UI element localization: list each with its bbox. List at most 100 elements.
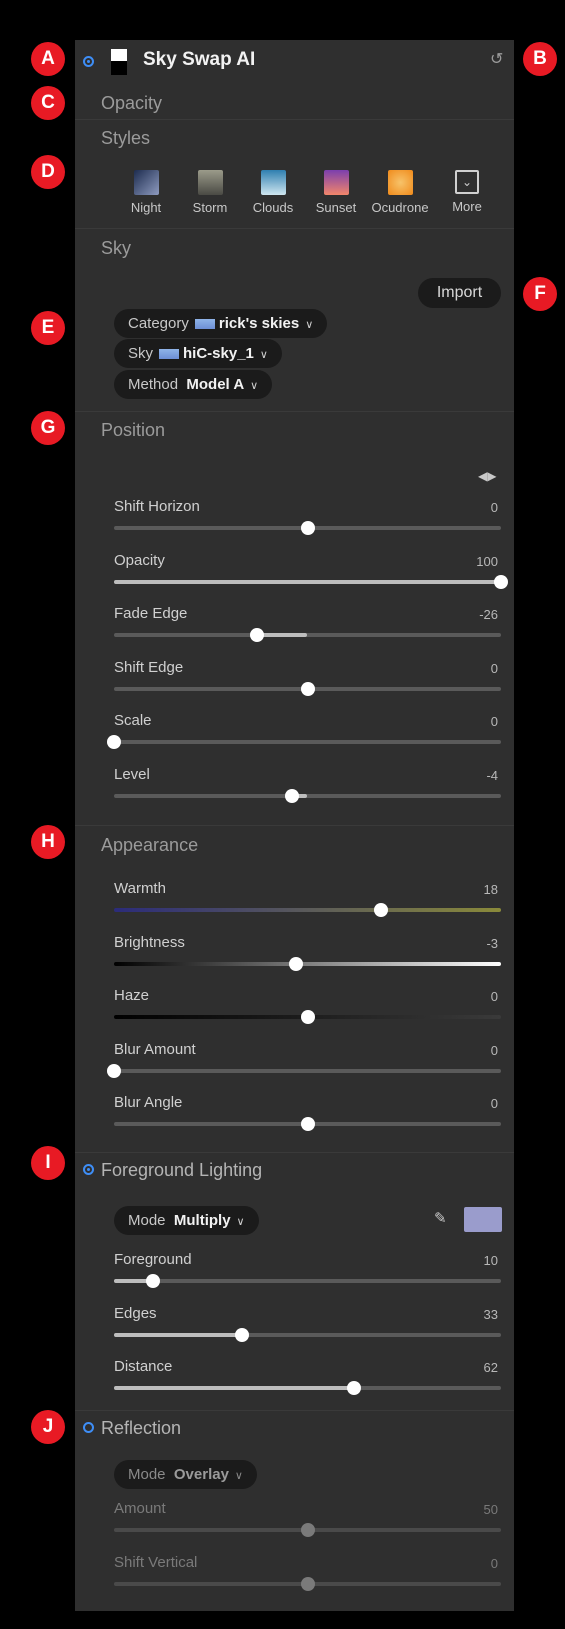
- eyedropper-icon[interactable]: ✎: [434, 1210, 452, 1228]
- slider-label: Blur Angle: [114, 1094, 183, 1111]
- slider-value[interactable]: 50: [484, 1502, 498, 1517]
- slider-knob[interactable]: [107, 1063, 121, 1078]
- slider-track[interactable]: [114, 788, 501, 803]
- slider-knob[interactable]: [300, 1010, 315, 1024]
- slider-knob[interactable]: [234, 1327, 249, 1342]
- slider-value[interactable]: 62: [484, 1360, 498, 1375]
- sky-dropdown[interactable]: Sky hiC-sky_1 ∨: [114, 339, 282, 368]
- slider-track[interactable]: [114, 1381, 501, 1395]
- slider-label: Shift Horizon: [114, 498, 200, 515]
- slider-knob[interactable]: [300, 1576, 315, 1591]
- slider-knob[interactable]: [288, 956, 303, 971]
- import-button[interactable]: Import: [418, 278, 501, 308]
- slider-track[interactable]: [114, 681, 501, 696]
- slider-knob[interactable]: [107, 735, 121, 749]
- slider-track[interactable]: [114, 574, 508, 589]
- radio-on-icon[interactable]: [83, 1164, 94, 1175]
- slider-value[interactable]: 100: [476, 554, 498, 569]
- compare-arrows-icon[interactable]: ◀▶: [478, 469, 496, 483]
- callout-h: H: [31, 825, 65, 859]
- divider: [75, 1410, 514, 1411]
- slider-fill: [114, 579, 501, 584]
- slider-value[interactable]: 0: [491, 661, 498, 676]
- slider-track[interactable]: [107, 735, 501, 749]
- slider-value[interactable]: 0: [491, 989, 498, 1004]
- slider-track[interactable]: [114, 521, 501, 535]
- slider-track[interactable]: [114, 1274, 501, 1288]
- category-value: rick's skies: [218, 315, 300, 332]
- slider-knob[interactable]: [494, 574, 508, 589]
- slider-knob[interactable]: [300, 521, 315, 535]
- slider-track[interactable]: [114, 1523, 501, 1537]
- slider-track[interactable]: [114, 1327, 501, 1342]
- slider-value[interactable]: 18: [484, 882, 498, 897]
- divider: [75, 825, 514, 826]
- slider-knob[interactable]: [346, 1381, 361, 1395]
- radio-on-icon[interactable]: [83, 56, 94, 67]
- style-ocudrone[interactable]: Ocudrone: [370, 170, 430, 215]
- slider-knob[interactable]: [285, 788, 300, 803]
- slider-track[interactable]: [114, 956, 501, 971]
- section-foreground-lighting[interactable]: Foreground Lighting: [101, 1160, 262, 1181]
- slider-value[interactable]: 33: [484, 1307, 498, 1322]
- slider-value[interactable]: -4: [486, 768, 498, 783]
- slider-track[interactable]: [107, 1063, 501, 1078]
- callout-b: B: [523, 42, 557, 76]
- color-swatch[interactable]: [464, 1207, 502, 1232]
- section-reflection[interactable]: Reflection: [101, 1418, 181, 1439]
- slider-value[interactable]: 10: [484, 1253, 498, 1268]
- divider: [75, 119, 514, 120]
- mask-icon[interactable]: [111, 49, 127, 75]
- radio-off-icon[interactable]: [83, 1422, 94, 1433]
- callout-c: C: [31, 86, 65, 120]
- foreground-mode-dropdown[interactable]: Mode Multiply ∨: [114, 1206, 259, 1235]
- slider-knob[interactable]: [300, 681, 315, 696]
- style-label: Sunset: [315, 200, 357, 215]
- slider-track[interactable]: [114, 1010, 501, 1024]
- style-thumb: [387, 170, 413, 195]
- slider-value[interactable]: 0: [491, 1096, 498, 1111]
- chevron-down-icon: ∨: [259, 349, 268, 361]
- section-sky[interactable]: Sky: [101, 238, 131, 259]
- reflection-mode-dropdown[interactable]: Mode Overlay ∨: [114, 1460, 257, 1489]
- slider-label: Shift Edge: [114, 658, 184, 676]
- section-position[interactable]: Position: [101, 420, 165, 441]
- chevron-down-icon: ∨: [305, 319, 314, 331]
- section-opacity[interactable]: Opacity: [101, 93, 162, 114]
- slider-value[interactable]: 0: [491, 1556, 498, 1571]
- divider: [75, 228, 514, 229]
- slider-track[interactable]: [114, 1117, 501, 1131]
- slider-value[interactable]: 0: [491, 500, 498, 515]
- slider-knob[interactable]: [374, 903, 389, 917]
- style-thumb: [197, 170, 223, 195]
- style-label: More: [452, 199, 482, 214]
- reset-icon[interactable]: ↺: [490, 51, 508, 69]
- mode-label: Mode: [128, 1212, 166, 1229]
- slider-knob[interactable]: [145, 1274, 160, 1288]
- style-more[interactable]: ⌄ More: [437, 170, 497, 214]
- slider-value[interactable]: -26: [479, 607, 498, 622]
- slider-label: Level: [114, 765, 150, 783]
- category-dropdown[interactable]: Category rick's skies ∨: [114, 309, 328, 338]
- slider-track[interactable]: [114, 903, 501, 917]
- slider-label: Foreground: [114, 1251, 192, 1268]
- sky-thumb-icon: [194, 319, 215, 330]
- style-clouds[interactable]: Clouds: [243, 170, 303, 215]
- slider-value[interactable]: 0: [491, 1043, 498, 1058]
- callout-d: D: [31, 155, 65, 189]
- slider-track[interactable]: [114, 628, 501, 642]
- style-label: Night: [130, 200, 162, 215]
- slider-value[interactable]: -3: [486, 936, 498, 951]
- style-night[interactable]: Night: [116, 170, 176, 215]
- mode-label: Mode: [128, 1466, 166, 1483]
- method-dropdown[interactable]: Method Model A ∨: [114, 370, 273, 399]
- slider-track[interactable]: [114, 1576, 501, 1591]
- slider-knob[interactable]: [300, 1117, 315, 1131]
- section-styles[interactable]: Styles: [101, 128, 150, 149]
- section-appearance[interactable]: Appearance: [101, 835, 198, 856]
- chevron-down-icon: ∨: [234, 1470, 243, 1482]
- style-sunset[interactable]: Sunset: [306, 170, 366, 215]
- style-storm[interactable]: Storm: [180, 170, 240, 215]
- slider-knob[interactable]: [300, 1523, 315, 1537]
- slider-value[interactable]: 0: [491, 714, 498, 729]
